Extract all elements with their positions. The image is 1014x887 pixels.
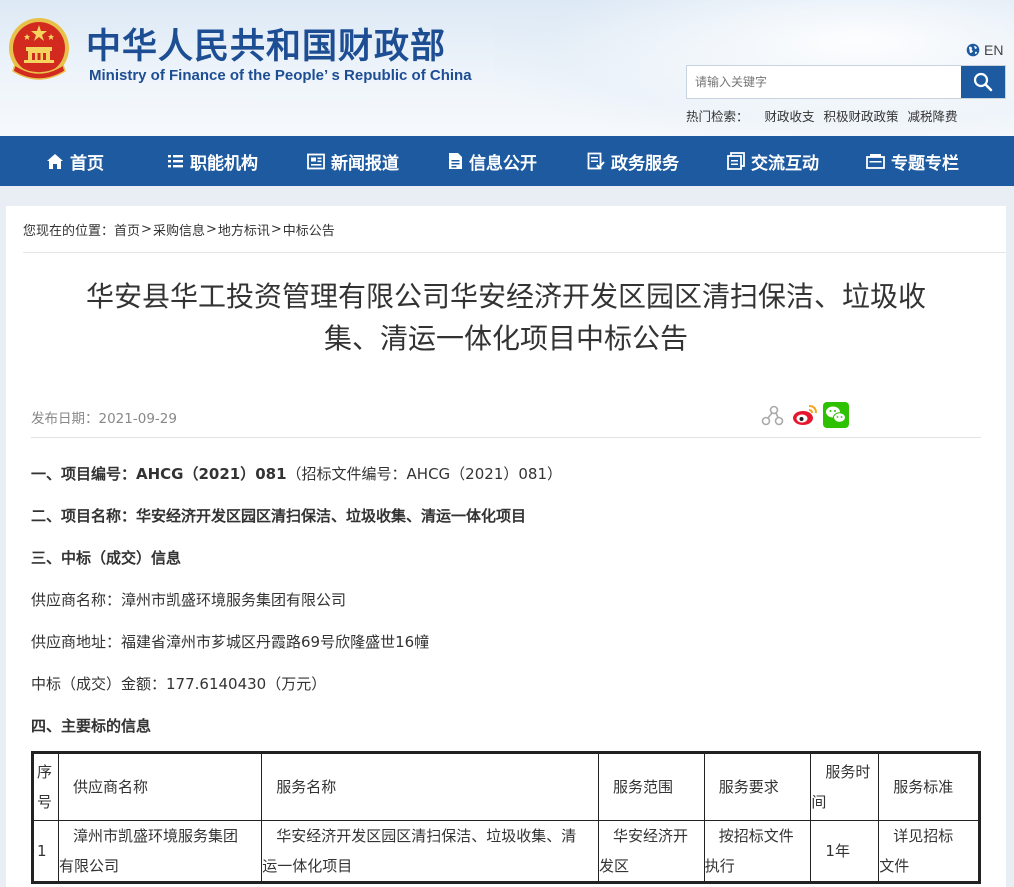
nav-item-home[interactable]: 首页: [46, 136, 104, 186]
checklist-icon: [587, 152, 605, 170]
hot-keyword-link[interactable]: 减税降费: [908, 106, 958, 125]
table-header-cell: 供应商名称: [57, 752, 263, 821]
nav-label: 职能机构: [190, 153, 258, 174]
breadcrumb-separator: >: [205, 221, 217, 237]
hot-search-label: 热门检索：: [686, 109, 749, 124]
breadcrumb-link-award-notice[interactable]: 中标公告: [283, 220, 335, 239]
nav-label: 交流互动: [751, 153, 819, 174]
award-amount: 中标（成交）金额：177.6140430（万元）: [31, 675, 327, 693]
table-cell: 详见招标 文件: [878, 820, 980, 883]
supplier-name: 供应商名称：漳州市凯盛环境服务集团有限公司: [31, 591, 347, 609]
article-title-line: 华安县华工投资管理有限公司华安经济开发区园区清扫保洁、垃圾收: [85, 280, 926, 313]
hot-keyword-link[interactable]: 积极财政政策: [824, 106, 899, 125]
section-main-items: 四、主要标的信息: [31, 715, 151, 736]
breadcrumb-link-local-bids[interactable]: 地方标讯: [218, 220, 270, 239]
nav-label: 信息公开: [469, 153, 537, 174]
project-number: 一、项目编号：AHCG（2021）081（招标文件编号：AHCG（2021）08…: [31, 463, 562, 484]
breadcrumb-separator: >: [141, 221, 152, 237]
national-emblem-icon[interactable]: [7, 15, 71, 85]
nav-label: 首页: [70, 153, 104, 174]
language-label: EN: [984, 42, 1004, 58]
table-cell: 华安经济开发区园区清扫保洁、垃圾收集、清 运一体化项目: [261, 820, 600, 883]
tender-doc-number: （招标文件编号：AHCG（2021）081）: [286, 465, 562, 483]
table-row: 1 漳州市凯盛环境服务集团 有限公司 华安经济开发区园区清扫保洁、垃圾收集、清 运一…: [32, 820, 980, 883]
nav-label: 政务服务: [611, 153, 679, 174]
site-title[interactable]: 中华人民共和国财政部: [86, 18, 446, 69]
share-icon[interactable]: [760, 402, 786, 428]
wechat-icon[interactable]: [823, 402, 849, 428]
notes-icon: [727, 152, 745, 170]
document-icon: [449, 153, 462, 169]
project-name-text: 二、项目名称：华安经济开发区园区清扫保洁、垃圾收集、清运一体化项目: [31, 507, 527, 525]
table-header-cell: 序号: [32, 752, 59, 821]
article-title: 华安县华工投资管理有限公司华安经济开发区园区清扫保洁、垃圾收 集、清运一体化项目…: [46, 276, 966, 360]
language-switch[interactable]: EN: [966, 42, 1003, 58]
hot-search: 热门检索： 财政收支 积极财政政策 减税降费: [686, 106, 967, 125]
search-box: [686, 65, 1006, 99]
nav-item-functions[interactable]: 职能机构: [167, 136, 258, 186]
table-cell: 1: [32, 820, 59, 883]
breadcrumb-separator: >: [270, 221, 282, 237]
table-header-cell: 服务标准: [878, 752, 980, 821]
table-cell: 华安经济开 发区: [598, 820, 705, 883]
section-award-info: 三、中标（成交）信息: [31, 547, 181, 568]
table-cell: 按招标文件 执行: [703, 820, 812, 883]
project-number-bold: 一、项目编号：AHCG（2021）081: [31, 465, 287, 483]
weibo-icon[interactable]: [792, 402, 818, 428]
table-header-cell: 服务要求: [703, 752, 812, 821]
site-header: 中华人民共和国财政部 Ministry of Finance of the Pe…: [0, 0, 1014, 136]
window-icon: [866, 154, 885, 169]
nav-item-interaction[interactable]: 交流互动: [727, 136, 819, 186]
table-header-row: 序号 供应商名称 服务名称 服务范围 服务要求 服务时间 服务标准: [32, 752, 980, 821]
table-header-cell: 服务范围: [598, 752, 705, 821]
nav-label: 专题专栏: [891, 153, 959, 174]
main-nav: 首页 职能机构 新闻报道 信息公开 政务服务 交流互动 专题专栏: [0, 136, 1014, 186]
search-button[interactable]: [961, 66, 1005, 98]
table-cell: 1年: [810, 820, 880, 883]
main-items-table: 序号 供应商名称 服务名称 服务范围 服务要求 服务时间 服务标准 1 漳州市凯…: [31, 751, 981, 884]
home-icon: [47, 153, 63, 169]
section-heading: 三、中标（成交）信息: [31, 549, 182, 567]
site-subtitle[interactable]: Ministry of Finance of the People’ s Rep…: [89, 67, 472, 84]
nav-item-news[interactable]: 新闻报道: [307, 136, 399, 186]
table-cell: 漳州市凯盛环境服务集团 有限公司: [57, 820, 263, 883]
list-icon: [168, 154, 183, 167]
breadcrumb-prefix: 您现在的位置：: [23, 223, 115, 239]
globe-icon: [966, 43, 980, 57]
hot-keyword-link[interactable]: 财政收支: [765, 106, 815, 125]
article-title-line: 集、清运一体化项目中标公告: [323, 322, 688, 355]
article-panel: 您现在的位置： 首页 > 采购信息 > 地方标讯 > 中标公告 华安县华工投资管…: [6, 206, 1006, 887]
section-heading: 四、主要标的信息: [31, 717, 152, 735]
supplier-address: 供应商地址：福建省漳州市芗城区丹霞路69号欣隆盛世16幢: [31, 633, 430, 651]
nav-item-special-topics[interactable]: 专题专栏: [866, 136, 959, 186]
publish-date-label: 发布日期：: [31, 411, 99, 427]
breadcrumb-link-home[interactable]: 首页: [114, 220, 140, 239]
table-header-cell: 服务名称: [261, 752, 600, 821]
nav-item-gov-services[interactable]: 政务服务: [587, 136, 679, 186]
search-icon: [973, 72, 993, 92]
divider: [31, 437, 981, 438]
table-header-cell: 服务时间: [810, 752, 880, 821]
breadcrumb: 您现在的位置： 首页 > 采购信息 > 地方标讯 > 中标公告: [23, 206, 1006, 253]
publish-date-value: 2021-09-29: [98, 411, 177, 427]
publish-date: 发布日期：2021-09-29: [31, 407, 177, 427]
breadcrumb-link-procurement[interactable]: 采购信息: [153, 220, 205, 239]
project-name: 二、项目名称：华安经济开发区园区清扫保洁、垃圾收集、清运一体化项目: [31, 505, 526, 526]
newspaper-icon: [307, 153, 325, 169]
search-input[interactable]: [687, 66, 961, 98]
nav-label: 新闻报道: [331, 153, 399, 174]
nav-item-info-disclosure[interactable]: 信息公开: [448, 136, 537, 186]
